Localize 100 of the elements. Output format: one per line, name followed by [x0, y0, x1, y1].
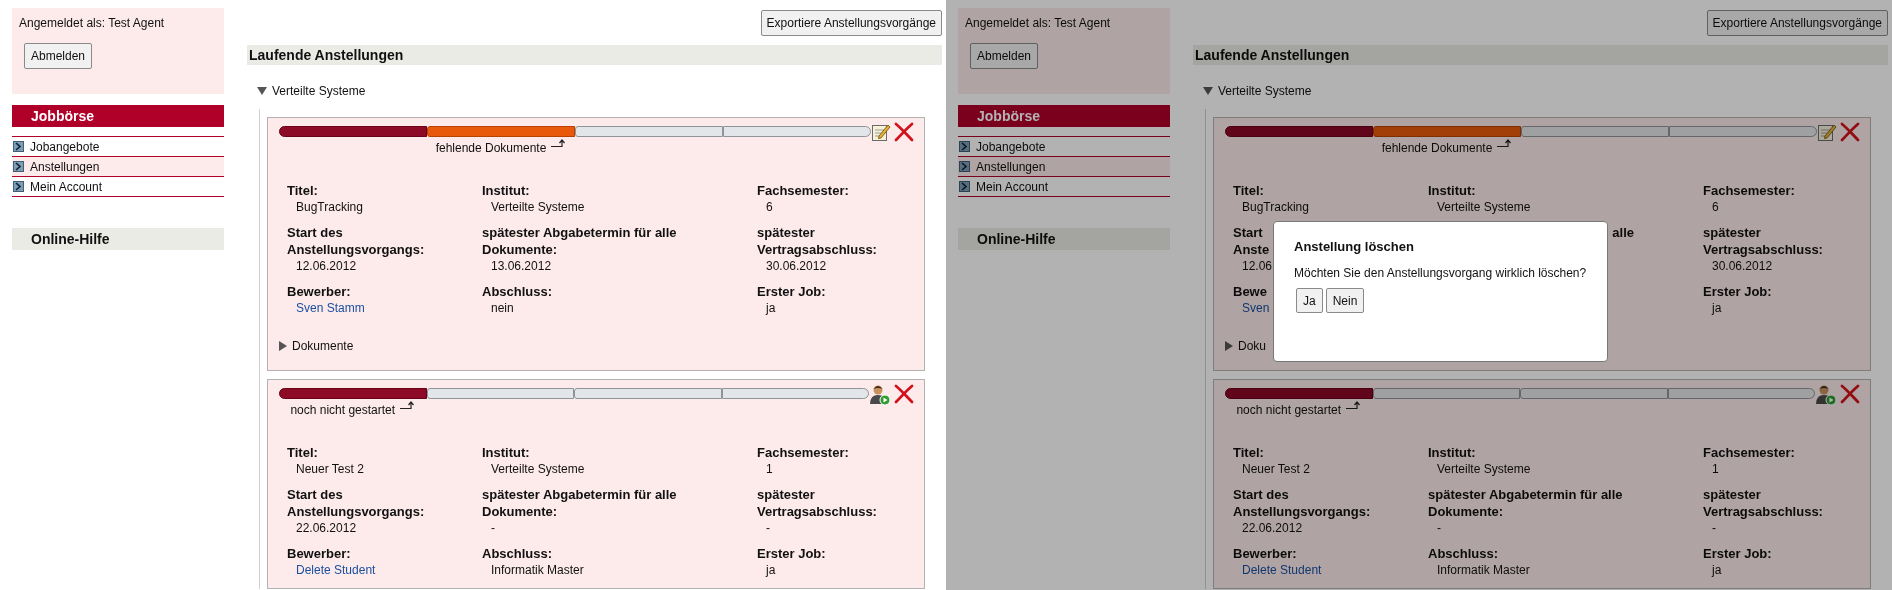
export-button[interactable]: Exportiere Anstellungsvorgänge: [1706, 10, 1888, 36]
field-label: spätester Abgabetermin für alle Dokumente:: [1428, 486, 1624, 520]
arrow-icon: [1345, 401, 1362, 410]
arrow-icon: [959, 141, 970, 152]
field-value: 6: [1712, 199, 1719, 215]
field-value: BugTracking: [296, 199, 363, 215]
arrow-icon: [13, 141, 24, 152]
section-header: Laufende Anstellungen: [247, 45, 942, 65]
login-status: Angemeldet als: Test Agent: [965, 15, 1112, 31]
delete-icon[interactable]: [1840, 122, 1860, 142]
field-value: ja: [1712, 562, 1722, 578]
field-value: 30.06.2012: [1712, 258, 1773, 274]
field-value: 22.06.2012: [296, 520, 357, 536]
field-label: spätester Vertragsabschluss:: [1703, 486, 1824, 520]
nav-header: Jobbörse: [958, 105, 1170, 127]
applicant-link[interactable]: Delete Student: [1242, 562, 1322, 578]
logout-button[interactable]: Abmelden: [24, 43, 93, 69]
field-label: Fachsemester:: [757, 182, 849, 199]
field-value: BugTracking: [1242, 199, 1309, 215]
field-value: nein: [491, 300, 514, 316]
field-value: Verteilte Systeme: [1437, 461, 1531, 477]
help-header[interactable]: Online-Hilfe: [958, 228, 1170, 250]
field-value: ja: [766, 300, 776, 316]
nav-item[interactable]: Anstellungen: [12, 157, 224, 177]
nav-item[interactable]: Mein Account: [958, 177, 1170, 197]
field-label: Titel:: [1233, 444, 1264, 461]
field-label: alle: [1612, 224, 1634, 241]
applicant-link[interactable]: Sven Stamm: [296, 300, 365, 316]
documents-toggle[interactable]: Dokumente: [292, 338, 354, 354]
field-value: 13.06.2012: [491, 258, 552, 274]
field-label: Titel:: [1233, 182, 1264, 199]
person-play-icon[interactable]: [869, 384, 891, 406]
field-label: Institut:: [482, 182, 530, 199]
collapse-icon[interactable]: [257, 87, 267, 95]
field-label: Abschluss:: [482, 545, 553, 562]
nav-item[interactable]: Mein Account: [12, 177, 224, 197]
nav-header: Jobbörse: [12, 105, 224, 127]
field-value: -: [1712, 520, 1716, 536]
dialog-message: Möchten Sie den Anstellungsvorgang wirklich löschen?: [1294, 265, 1588, 281]
field-label: spätester Vertragsabschluss:: [757, 486, 878, 520]
field-value: Informatik Master: [1437, 562, 1530, 578]
field-label: Start des Anstellungsvorgangs:: [287, 486, 426, 520]
delete-icon[interactable]: [894, 122, 914, 142]
field-label: Bewerber:: [287, 545, 351, 562]
expand-icon[interactable]: [1225, 341, 1233, 351]
field-value: -: [1437, 520, 1441, 536]
field-value: 1: [766, 461, 773, 477]
field-value: 1: [1712, 461, 1719, 477]
arrow-icon: [959, 161, 970, 172]
logout-button[interactable]: Abmelden: [970, 43, 1039, 69]
field-label: Institut:: [1428, 182, 1476, 199]
field-value: Verteilte Systeme: [491, 199, 585, 215]
nav-item[interactable]: Anstellungen: [958, 157, 1170, 177]
field-value: Informatik Master: [491, 562, 584, 578]
arrow-icon: [959, 181, 970, 192]
field-value: 12.06: [1242, 258, 1273, 274]
section-header: Laufende Anstellungen: [1193, 45, 1888, 65]
status-label: fehlende Dokumente: [435, 140, 547, 156]
field-label: spätester Vertragsabschluss:: [757, 224, 878, 258]
status-label: noch nicht gestartet: [290, 402, 396, 418]
arrow-icon: [550, 139, 567, 148]
help-header[interactable]: Online-Hilfe: [12, 228, 224, 250]
field-label: Abschluss:: [1428, 545, 1499, 562]
field-label: Fachsemester:: [1703, 182, 1795, 199]
export-button[interactable]: Exportiere Anstellungsvorgänge: [760, 10, 942, 36]
expand-icon[interactable]: [279, 341, 287, 351]
edit-icon[interactable]: [871, 122, 891, 142]
field-label: Bewe: [1233, 283, 1267, 300]
dialog-button[interactable]: Ja: [1296, 288, 1323, 313]
field-label: Fachsemester:: [757, 444, 849, 461]
field-label: Erster Job:: [1703, 545, 1772, 562]
collapse-icon[interactable]: [1203, 87, 1213, 95]
field-value: 6: [766, 199, 773, 215]
documents-toggle[interactable]: Doku: [1238, 338, 1266, 354]
edit-icon[interactable]: [1817, 122, 1837, 142]
field-label: spätester Abgabetermin für alle Dokumente:: [482, 224, 678, 258]
field-label: Titel:: [287, 182, 318, 199]
field-label: spätester Vertragsabschluss:: [1703, 224, 1824, 258]
field-value: 22.06.2012: [1242, 520, 1303, 536]
person-play-icon[interactable]: [1815, 384, 1837, 406]
field-value: Neuer Test 2: [1242, 461, 1310, 477]
dialog-button[interactable]: Nein: [1325, 288, 1365, 313]
field-label: Bewerber:: [287, 283, 351, 300]
field-label: Titel:: [287, 444, 318, 461]
field-value: Neuer Test 2: [296, 461, 364, 477]
delete-icon[interactable]: [1840, 384, 1860, 404]
field-value: ja: [1712, 300, 1722, 316]
group-label[interactable]: Verteilte Systeme: [1218, 83, 1312, 99]
status-label: fehlende Dokumente: [1381, 140, 1493, 156]
group-label[interactable]: Verteilte Systeme: [272, 83, 366, 99]
status-label: noch nicht gestartet: [1236, 402, 1342, 418]
arrow-icon: [1496, 139, 1513, 148]
field-value: Verteilte Systeme: [491, 461, 585, 477]
delete-icon[interactable]: [894, 384, 914, 404]
field-label: Institut:: [1428, 444, 1476, 461]
applicant-link[interactable]: Sven: [1242, 300, 1270, 316]
arrow-icon: [13, 181, 24, 192]
field-label: Erster Job:: [757, 545, 826, 562]
field-label: Start des Anstellungsvorgangs:: [287, 224, 426, 258]
applicant-link[interactable]: Delete Student: [296, 562, 376, 578]
